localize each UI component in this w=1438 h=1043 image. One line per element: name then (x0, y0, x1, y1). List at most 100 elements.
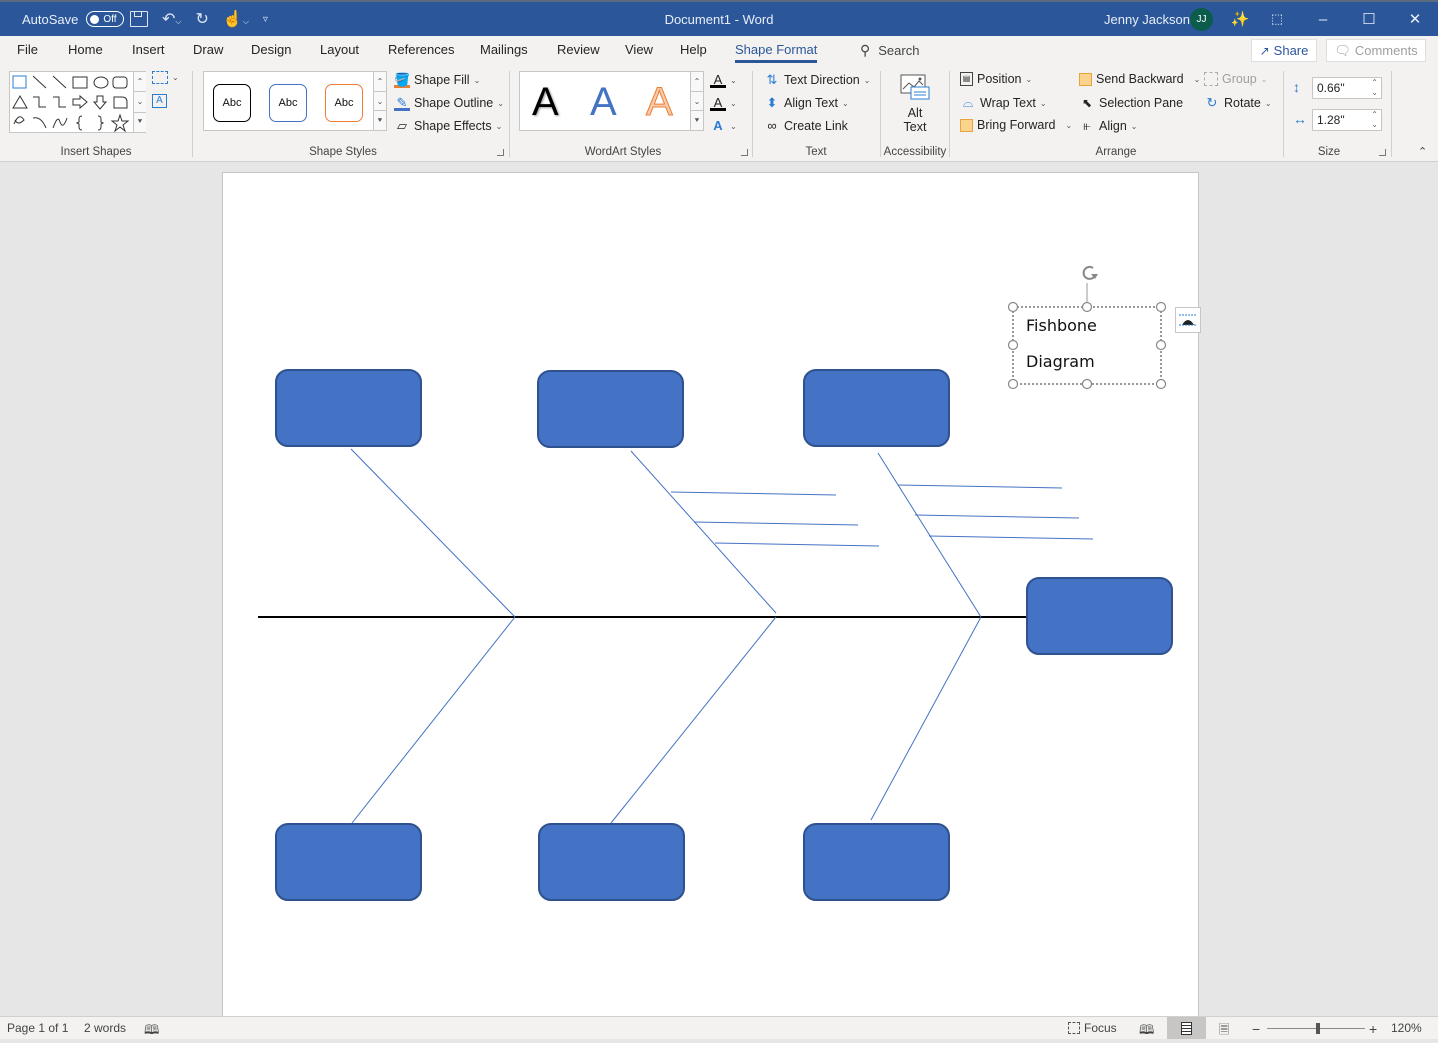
resize-handle[interactable] (1081, 378, 1093, 390)
wordart-style-blue[interactable]: A (590, 80, 617, 125)
wordart-scroll[interactable]: ⌃ ⌄ ⯆ (690, 72, 703, 130)
shape-style-orange[interactable]: Abc (325, 84, 363, 122)
textbox-line-1[interactable]: Fishbone (1026, 316, 1097, 335)
layout-options-button[interactable] (1175, 307, 1201, 333)
bone-line[interactable] (877, 452, 982, 618)
resize-handle[interactable] (1081, 301, 1093, 313)
shape-effects-button[interactable]: ▱ Shape Effects ⌄ (394, 118, 502, 134)
text-direction-button[interactable]: ⇅ Text Direction ⌄ (764, 72, 871, 88)
bring-forward-button[interactable]: Bring Forward ⌄ (960, 118, 1072, 132)
rotate-button[interactable]: ↻ Rotate ⌄ (1204, 95, 1272, 111)
ribbon-display-icon[interactable]: ⬚ (1254, 2, 1300, 36)
save-icon[interactable] (130, 11, 148, 27)
wrap-text-button[interactable]: ⌓ Wrap Text ⌄ (960, 95, 1047, 111)
shape-width-input[interactable]: 1.28" ⌃ ⌄ (1312, 109, 1382, 131)
category-box[interactable] (538, 823, 685, 901)
zoom-slider-thumb[interactable] (1316, 1023, 1321, 1034)
height-spinner-icon[interactable]: ⌃ ⌄ (1371, 78, 1378, 98)
tab-home[interactable]: Home (68, 42, 103, 57)
bone-line[interactable] (610, 616, 777, 824)
autosave[interactable]: AutoSave Off (22, 2, 125, 36)
read-mode-icon[interactable]: 🕮 (1139, 1021, 1154, 1043)
maximize-icon[interactable]: ☐ (1346, 2, 1392, 36)
category-box[interactable] (537, 370, 684, 448)
zoom-in-icon[interactable]: + (1369, 1021, 1377, 1037)
category-box[interactable] (275, 823, 422, 901)
document-page[interactable]: Fishbone Diagram (222, 172, 1201, 1017)
bone-line[interactable] (870, 616, 982, 821)
page-count[interactable]: Page 1 of 1 (7, 1021, 68, 1035)
resize-handle[interactable] (1007, 339, 1019, 351)
send-backward-button[interactable]: Send Backward ⌄ (1079, 72, 1200, 86)
tab-view[interactable]: View (625, 42, 653, 57)
category-box[interactable] (803, 369, 950, 447)
gallery-down-icon[interactable]: ⌄ (374, 92, 386, 112)
sub-bone-line[interactable] (928, 535, 1094, 540)
tab-review[interactable]: Review (557, 42, 600, 57)
word-count[interactable]: 2 words (84, 1021, 126, 1035)
sub-bone-line[interactable] (714, 542, 880, 547)
gallery-up-icon[interactable]: ⌃ (374, 72, 386, 92)
alt-text-button[interactable]: Alt Text (893, 73, 937, 139)
gallery-more-icon[interactable]: ⯆ (134, 113, 146, 132)
position-button[interactable]: ▤ Position ⌄ (960, 72, 1032, 86)
text-effects-button[interactable]: A ⌄ (710, 118, 736, 134)
tab-file[interactable]: File (17, 42, 38, 57)
edit-shape-button[interactable]: ⌄ (152, 71, 179, 84)
tab-help[interactable]: Help (680, 42, 707, 57)
gallery-up-icon[interactable]: ⌃ (691, 72, 703, 92)
customize-qat-icon[interactable]: ▿ (263, 14, 268, 25)
gallery-down-icon[interactable]: ⌄ (691, 92, 703, 112)
shape-height-input[interactable]: 0.66" ⌃ ⌄ (1312, 77, 1382, 99)
sub-bone-line[interactable] (914, 514, 1080, 519)
shape-styles-launcher-icon[interactable] (497, 149, 504, 156)
resize-handle[interactable] (1007, 378, 1019, 390)
proofing-icon[interactable]: 🕮 (144, 1021, 159, 1043)
tab-design[interactable]: Design (251, 42, 291, 57)
focus-button[interactable]: Focus (1068, 1021, 1117, 1035)
resize-handle[interactable] (1155, 301, 1167, 313)
redo-icon[interactable]: ↻ (195, 9, 208, 29)
text-fill-button[interactable]: A ⌄ (710, 72, 737, 88)
touch-mode-icon[interactable]: ☝ ⌵ (223, 9, 249, 29)
zoom-percent[interactable]: 120% (1391, 1021, 1422, 1035)
category-box[interactable] (275, 369, 422, 447)
shape-fill-button[interactable]: 🪣 Shape Fill ⌄ (394, 72, 480, 88)
bone-line[interactable] (630, 450, 777, 614)
tab-shape-format[interactable]: Shape Format (735, 42, 818, 63)
print-layout-button[interactable] (1167, 1017, 1206, 1039)
sub-bone-line[interactable] (693, 521, 859, 526)
bone-line[interactable] (351, 616, 516, 824)
shape-styles-gallery[interactable]: Abc Abc Abc ⌃ ⌄ ⯆ (203, 71, 387, 131)
textbox-line-2[interactable]: Diagram (1026, 352, 1095, 371)
size-launcher-icon[interactable] (1379, 149, 1386, 156)
shape-styles-scroll[interactable]: ⌃ ⌄ ⯆ (373, 72, 386, 130)
wordart-style-black[interactable]: A (532, 80, 559, 125)
autosave-toggle[interactable]: Off (86, 11, 125, 27)
avatar[interactable]: JJ (1190, 8, 1213, 31)
sub-bone-line[interactable] (897, 484, 1063, 489)
gallery-up-icon[interactable]: ⌃ (134, 72, 146, 93)
draw-text-box-button[interactable]: A (152, 94, 167, 108)
align-text-button[interactable]: ⬍ Align Text ⌄ (764, 95, 849, 111)
sub-bone-line[interactable] (670, 491, 837, 496)
gallery-down-icon[interactable]: ⌄ (134, 92, 146, 113)
gallery-more-icon[interactable]: ⯆ (691, 111, 703, 130)
group-button[interactable]: Group ⌄ (1204, 72, 1267, 86)
text-outline-button[interactable]: A ⌄ (710, 95, 737, 111)
tab-layout[interactable]: Layout (320, 42, 359, 57)
create-link-button[interactable]: ∞ Create Link (764, 118, 848, 134)
close-icon[interactable]: ✕ (1392, 2, 1438, 36)
bone-line[interactable] (350, 448, 516, 618)
tab-references[interactable]: References (388, 42, 454, 57)
effect-box[interactable] (1026, 577, 1173, 655)
minimize-icon[interactable]: – (1300, 2, 1346, 36)
resize-handle[interactable] (1155, 339, 1167, 351)
resize-handle[interactable] (1155, 378, 1167, 390)
width-spinner-icon[interactable]: ⌃ ⌄ (1371, 110, 1378, 130)
share-button[interactable]: ↗ Share (1251, 39, 1317, 62)
resize-handle[interactable] (1007, 301, 1019, 313)
web-layout-icon[interactable]: 🗏 (1219, 1021, 1229, 1043)
shape-style-black[interactable]: Abc (213, 84, 251, 122)
search-box[interactable]: ⚲ Search (860, 42, 919, 59)
